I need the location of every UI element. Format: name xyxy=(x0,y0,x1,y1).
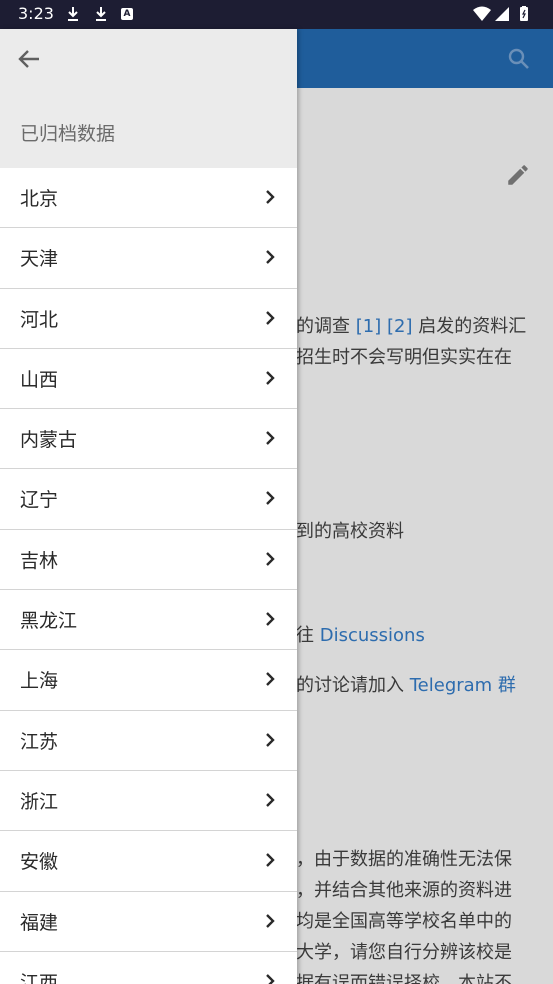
list-item-label: 黑龙江 xyxy=(20,610,78,633)
signal-icon xyxy=(495,7,509,21)
list-item-label: 北京 xyxy=(20,188,59,210)
list-item[interactable]: 辽宁 xyxy=(0,469,297,530)
chevron-right-icon xyxy=(266,431,275,446)
chevron-right-icon xyxy=(266,491,275,506)
chevron-right-icon xyxy=(266,612,275,626)
list-item[interactable]: 上海 xyxy=(0,650,297,711)
chevron-right-icon xyxy=(266,853,275,868)
list-item[interactable]: 吉林 xyxy=(0,530,297,591)
chevron-right-icon xyxy=(266,551,275,566)
list-item[interactable]: 山西 xyxy=(0,349,297,410)
download-icon xyxy=(96,7,106,21)
list-item[interactable]: 黑龙江 xyxy=(0,590,297,651)
chevron-right-icon xyxy=(266,793,275,807)
chevron-right-icon xyxy=(266,672,275,687)
reference-link[interactable]: [2] xyxy=(387,316,413,337)
list-item-label: 山西 xyxy=(20,368,59,391)
chevron-right-icon xyxy=(266,190,275,204)
list-item-label: 内蒙古 xyxy=(20,429,78,452)
content-line: ，并结合其他来源的资料进 xyxy=(296,880,512,901)
list-item-label: 河北 xyxy=(20,308,59,331)
list-item-label: 江苏 xyxy=(20,730,59,753)
reference-link[interactable]: [1] xyxy=(356,316,382,337)
drawer-header: 已归档数据 xyxy=(0,29,297,168)
list-item-label: 辽宁 xyxy=(20,489,59,512)
download-icon xyxy=(68,7,78,21)
chevron-right-icon xyxy=(266,732,275,747)
chevron-right-icon xyxy=(266,310,275,325)
edit-icon[interactable] xyxy=(505,162,531,188)
list-item-label: 上海 xyxy=(20,670,59,693)
back-arrow-icon[interactable] xyxy=(16,47,44,71)
navigation-drawer: 已归档数据 北京天津河北山西内蒙古辽宁吉林黑龙江上海江苏浙江安徽福建江西 xyxy=(0,29,297,984)
list-item[interactable]: 内蒙古 xyxy=(0,409,297,470)
chevron-right-icon xyxy=(266,913,275,928)
chevron-right-icon xyxy=(266,974,275,984)
discussions-link[interactable]: Discussions xyxy=(320,625,425,646)
list-item[interactable]: 江西 xyxy=(0,952,297,984)
list-item[interactable]: 江苏 xyxy=(0,711,297,771)
content-line: 到的高校资料 xyxy=(296,521,404,542)
content-line: ，由于数据的准确性无法保 xyxy=(296,849,512,870)
list-item-label: 福建 xyxy=(20,911,59,934)
status-time: 3:23 xyxy=(18,4,54,23)
content-line: 招生时不会写明但实实在在 xyxy=(296,347,512,368)
list-item[interactable]: 河北 xyxy=(0,289,297,349)
content-line: 往 Discussions xyxy=(296,625,425,646)
chevron-right-icon xyxy=(266,250,275,265)
list-item[interactable]: 北京 xyxy=(0,168,297,229)
wifi-icon xyxy=(473,6,491,21)
telegram-link[interactable]: Telegram 群 xyxy=(410,675,516,696)
drawer-title: 已归档数据 xyxy=(20,123,116,145)
list-item[interactable]: 天津 xyxy=(0,228,297,289)
list-item[interactable]: 福建 xyxy=(0,892,297,952)
list-item-label: 浙江 xyxy=(20,790,59,813)
system-status-icons xyxy=(473,6,528,21)
list-item-label: 天津 xyxy=(20,248,59,271)
list-item-label: 江西 xyxy=(20,971,59,984)
status-bar: 3:23 A xyxy=(0,0,553,29)
list-item[interactable]: 安徽 xyxy=(0,831,297,892)
list-item[interactable]: 浙江 xyxy=(0,771,297,832)
list-item-label: 安徽 xyxy=(20,851,59,874)
content-line: 据有误而错误择校，本站不 xyxy=(296,973,512,984)
a-notification-icon: A xyxy=(121,8,133,20)
content-line: 的讨论请加入 Telegram 群 xyxy=(296,675,516,696)
chevron-right-icon xyxy=(266,371,275,385)
province-list: 北京天津河北山西内蒙古辽宁吉林黑龙江上海江苏浙江安徽福建江西 xyxy=(0,168,297,984)
content-line: 均是全国高等学校名单中的 xyxy=(296,911,512,932)
search-icon[interactable] xyxy=(507,47,531,71)
list-item-label: 吉林 xyxy=(20,549,59,572)
content-line: 大学，请您自行分辨该校是 xyxy=(296,942,512,963)
content-line: 的调查 [1] [2] 启发的资料汇 xyxy=(296,316,527,337)
